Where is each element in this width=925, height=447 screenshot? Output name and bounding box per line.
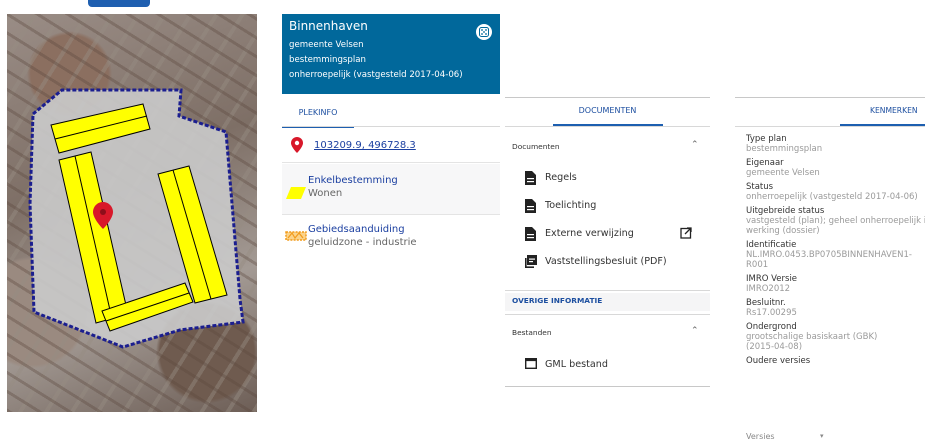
property-value: R001 xyxy=(746,260,769,270)
chevron-up-icon[interactable]: ⌃ xyxy=(691,326,699,336)
divider xyxy=(282,162,500,163)
window-icon xyxy=(524,357,538,372)
external-link-icon[interactable] xyxy=(680,227,692,242)
list-item-gebiedsaanduiding[interactable]: Gebiedsaanduiding geluidzone - industrie xyxy=(282,218,500,268)
property-label: Identificatie xyxy=(746,240,797,250)
files-section-header[interactable]: Bestanden xyxy=(512,328,552,337)
coordinates-link[interactable]: 103209.9, 496728.3 xyxy=(314,140,416,151)
tab-plekinfo[interactable]: PLEKINFO xyxy=(282,108,354,128)
documents-section-header[interactable]: Documenten xyxy=(512,142,560,151)
other-info-header: OVERIGE INFORMATIE xyxy=(505,293,710,311)
property-label: Besluitnr. xyxy=(746,298,786,308)
list-item-title: Gebiedsaanduiding xyxy=(308,224,405,235)
property-value: vastgesteld (plan); geheel onherroepelij… xyxy=(746,216,925,226)
list-item-subtitle: Wonen xyxy=(308,188,343,199)
coordinates-row[interactable]: 103209.9, 496728.3 xyxy=(288,135,500,159)
property-label: Ondergrond xyxy=(746,322,797,332)
panel-border xyxy=(735,97,925,98)
panel-border xyxy=(505,97,710,98)
property-label: IMRO Versie xyxy=(746,274,798,284)
list-item-enkelbestemming[interactable]: Enkelbestemming Wonen xyxy=(282,164,500,214)
pdf-icon xyxy=(525,255,537,271)
area-designation-icon xyxy=(285,228,307,247)
property-value: (2015-04-08) xyxy=(746,342,803,352)
property-value: onherroepelijk (vastgesteld 2017-04-06) xyxy=(746,192,918,202)
property-value: werking (dossier) xyxy=(746,226,820,236)
chevron-down-icon[interactable]: ▾ xyxy=(820,432,824,440)
tab-kenmerken[interactable]: KENMERKEN xyxy=(870,106,918,115)
versions-select[interactable]: Versies xyxy=(746,432,775,441)
plan-type: bestemmingsplan xyxy=(289,55,366,65)
file-icon xyxy=(525,199,536,216)
divider xyxy=(282,214,500,215)
plan-overlay xyxy=(28,88,245,349)
tab-documenten[interactable]: DOCUMENTEN xyxy=(505,106,710,115)
divider xyxy=(505,290,710,291)
property-label: Type plan xyxy=(746,134,787,144)
file-item-gml[interactable]: GML bestand xyxy=(524,357,710,374)
aerial-map[interactable] xyxy=(7,14,257,412)
property-label: Uitgebreide status xyxy=(746,206,825,216)
property-value: gemeente Velsen xyxy=(746,168,820,178)
document-item-vaststellingsbesluit[interactable]: Vaststellingsbesluit (PDF) xyxy=(525,255,710,271)
document-label: Regels xyxy=(545,172,577,183)
top-accent-bar xyxy=(88,0,150,7)
zoning-swatch-icon xyxy=(286,184,306,203)
property-value: bestemmingsplan xyxy=(746,144,823,154)
location-pin-icon xyxy=(291,137,303,157)
document-label: Vaststellingsbesluit (PDF) xyxy=(545,256,667,267)
plan-municipality: gemeente Velsen xyxy=(289,40,364,50)
document-label: Externe verwijzing xyxy=(545,228,634,239)
file-label: GML bestand xyxy=(545,359,608,370)
tab-divider xyxy=(505,126,710,127)
file-icon xyxy=(525,171,536,188)
property-label: Oudere versies xyxy=(746,356,811,366)
file-icon xyxy=(525,227,536,244)
tab-divider xyxy=(735,126,925,127)
document-item-toelichting[interactable]: Toelichting xyxy=(525,199,710,215)
property-value: IMRO2012 xyxy=(746,284,791,294)
properties-list: Type plan bestemmingsplan Eigenaar gemee… xyxy=(746,134,925,366)
plan-header: Binnenhaven gemeente Velsen bestemmingsp… xyxy=(282,14,500,94)
document-item-regels[interactable]: Regels xyxy=(525,171,710,187)
property-label: Eigenaar xyxy=(746,158,784,168)
plan-title: Binnenhaven xyxy=(289,19,368,33)
dice-icon[interactable] xyxy=(476,24,492,40)
property-value: Rs17.00295 xyxy=(746,308,797,318)
plan-status: onherroepelijk (vastgesteld 2017-04-06) xyxy=(289,70,463,80)
other-info-label: OVERIGE INFORMATIE xyxy=(512,296,603,305)
panel-border xyxy=(505,386,710,387)
document-item-externe-verwijzing[interactable]: Externe verwijzing xyxy=(525,227,710,243)
property-value: NL.IMRO.0453.BP0705BINNENHAVEN1- xyxy=(746,250,912,260)
list-item-title: Enkelbestemming xyxy=(308,175,398,186)
property-label: Status xyxy=(746,182,774,192)
divider xyxy=(505,314,710,315)
property-value: grootschalige basiskaart (GBK) xyxy=(746,332,878,342)
chevron-up-icon[interactable]: ⌃ xyxy=(691,140,699,150)
tab-divider xyxy=(282,126,500,127)
list-item-subtitle: geluidzone - industrie xyxy=(308,237,417,248)
document-label: Toelichting xyxy=(545,200,597,211)
